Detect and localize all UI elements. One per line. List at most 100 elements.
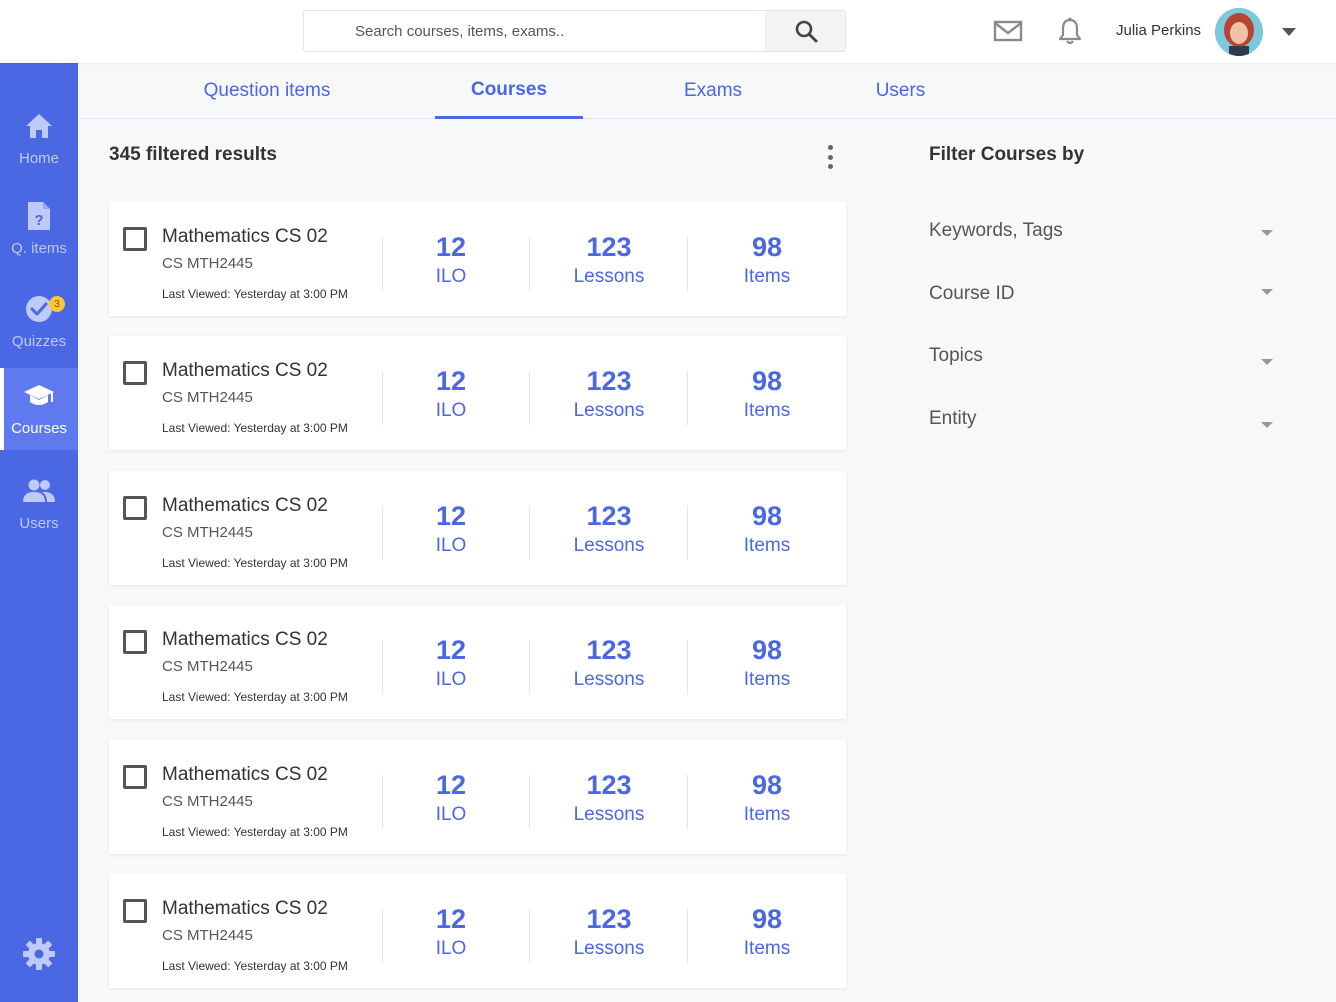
- divider: [687, 506, 688, 560]
- lessons-stat[interactable]: 123 Lessons: [549, 364, 669, 424]
- lessons-stat[interactable]: 123 Lessons: [549, 768, 669, 828]
- search-button[interactable]: [765, 11, 845, 51]
- bell-icon: [1058, 17, 1082, 45]
- course-code: CS MTH2445: [162, 793, 253, 810]
- course-checkbox[interactable]: [123, 227, 147, 251]
- lessons-label: Lessons: [573, 669, 645, 690]
- course-card[interactable]: Mathematics CS 02 CS MTH2445 Last Viewed…: [109, 336, 846, 450]
- more-options-button[interactable]: [826, 145, 834, 169]
- user-name[interactable]: Julia Perkins: [1116, 22, 1201, 39]
- lessons-stat[interactable]: 123 Lessons: [549, 499, 669, 559]
- course-card[interactable]: Mathematics CS 02 CS MTH2445 Last Viewed…: [109, 605, 846, 719]
- ilo-stat[interactable]: 12 ILO: [391, 230, 511, 290]
- lessons-stat[interactable]: 123 Lessons: [549, 633, 669, 693]
- filter-keywords-tags[interactable]: Keywords, Tags: [929, 220, 1275, 250]
- user-photo-icon: [1215, 8, 1263, 56]
- avatar[interactable]: [1215, 8, 1263, 56]
- search-input[interactable]: [304, 11, 765, 51]
- users-icon: [23, 479, 55, 502]
- divider: [382, 371, 383, 425]
- course-checkbox[interactable]: [123, 630, 147, 654]
- quizzes-badge: 3: [49, 296, 65, 312]
- course-title: Mathematics CS 02: [162, 495, 328, 516]
- divider: [529, 775, 530, 829]
- items-stat[interactable]: 98 Items: [707, 499, 827, 559]
- lessons-count: 123: [586, 232, 632, 262]
- ilo-count: 12: [435, 635, 467, 665]
- lessons-label: Lessons: [573, 804, 645, 825]
- mail-icon: [993, 20, 1023, 42]
- ilo-stat[interactable]: 12 ILO: [391, 902, 511, 962]
- sidebar-item-q-items[interactable]: ? Q. items: [0, 188, 78, 268]
- items-stat[interactable]: 98 Items: [707, 902, 827, 962]
- course-checkbox[interactable]: [123, 361, 147, 385]
- sidebar: Home ? Q. items Quizzes 3 Courses Users: [0, 63, 78, 1002]
- sidebar-item-users[interactable]: Users: [0, 463, 78, 543]
- filter-course-id[interactable]: Course ID: [929, 283, 1275, 313]
- items-label: Items: [743, 266, 791, 287]
- course-code: CS MTH2445: [162, 927, 253, 944]
- items-count: 98: [751, 366, 783, 396]
- items-stat[interactable]: 98 Items: [707, 230, 827, 290]
- lessons-count: 123: [586, 366, 632, 396]
- tab-question-items[interactable]: Question items: [178, 63, 356, 119]
- mail-button[interactable]: [993, 16, 1023, 46]
- divider: [382, 909, 383, 963]
- filter-label: Course ID: [929, 283, 1015, 304]
- lessons-label: Lessons: [573, 938, 645, 959]
- ilo-stat[interactable]: 12 ILO: [391, 499, 511, 559]
- ilo-stat[interactable]: 12 ILO: [391, 633, 511, 693]
- items-stat[interactable]: 98 Items: [707, 768, 827, 828]
- top-bar: Julia Perkins: [0, 0, 1336, 63]
- course-title: Mathematics CS 02: [162, 226, 328, 247]
- items-count: 98: [751, 635, 783, 665]
- settings-button[interactable]: [22, 937, 56, 976]
- search-bar: [303, 10, 846, 52]
- course-card[interactable]: Mathematics CS 02 CS MTH2445 Last Viewed…: [109, 202, 846, 316]
- tab-courses[interactable]: Courses: [435, 63, 583, 119]
- items-label: Items: [743, 938, 791, 959]
- items-label: Items: [743, 535, 791, 556]
- filter-topics[interactable]: Topics: [929, 345, 1275, 375]
- course-code: CS MTH2445: [162, 524, 253, 541]
- ilo-label: ILO: [435, 804, 467, 825]
- filter-title: Filter Courses by: [929, 144, 1085, 165]
- items-stat[interactable]: 98 Items: [707, 364, 827, 424]
- ilo-label: ILO: [435, 535, 467, 556]
- items-stat[interactable]: 98 Items: [707, 633, 827, 693]
- ilo-count: 12: [435, 501, 467, 531]
- chevron-down-icon: [1261, 422, 1273, 428]
- course-checkbox[interactable]: [123, 765, 147, 789]
- course-checkbox[interactable]: [123, 496, 147, 520]
- question-document-icon: ?: [28, 202, 50, 230]
- sidebar-item-courses[interactable]: Courses: [0, 368, 78, 450]
- divider: [382, 775, 383, 829]
- ilo-count: 12: [435, 904, 467, 934]
- course-card[interactable]: Mathematics CS 02 CS MTH2445 Last Viewed…: [109, 740, 846, 854]
- divider: [687, 237, 688, 291]
- sidebar-item-home[interactable]: Home: [0, 98, 78, 178]
- home-icon: [26, 114, 52, 138]
- sidebar-item-quizzes[interactable]: Quizzes 3: [0, 281, 78, 361]
- tab-users[interactable]: Users: [853, 63, 948, 119]
- divider: [529, 237, 530, 291]
- divider: [687, 640, 688, 694]
- search-icon: [795, 20, 817, 43]
- filter-entity[interactable]: Entity: [929, 408, 1275, 438]
- ilo-stat[interactable]: 12 ILO: [391, 768, 511, 828]
- ilo-stat[interactable]: 12 ILO: [391, 364, 511, 424]
- notifications-button[interactable]: [1055, 16, 1085, 46]
- user-menu-caret[interactable]: [1282, 28, 1296, 36]
- chevron-down-icon: [1261, 230, 1273, 236]
- course-checkbox[interactable]: [123, 899, 147, 923]
- ilo-label: ILO: [435, 669, 467, 690]
- lessons-stat[interactable]: 123 Lessons: [549, 230, 669, 290]
- lessons-stat[interactable]: 123 Lessons: [549, 902, 669, 962]
- items-count: 98: [751, 904, 783, 934]
- course-code: CS MTH2445: [162, 658, 253, 675]
- tab-exams[interactable]: Exams: [663, 63, 763, 119]
- course-card[interactable]: Mathematics CS 02 CS MTH2445 Last Viewed…: [109, 874, 846, 988]
- divider: [382, 506, 383, 560]
- course-title: Mathematics CS 02: [162, 898, 328, 919]
- course-card[interactable]: Mathematics CS 02 CS MTH2445 Last Viewed…: [109, 471, 846, 585]
